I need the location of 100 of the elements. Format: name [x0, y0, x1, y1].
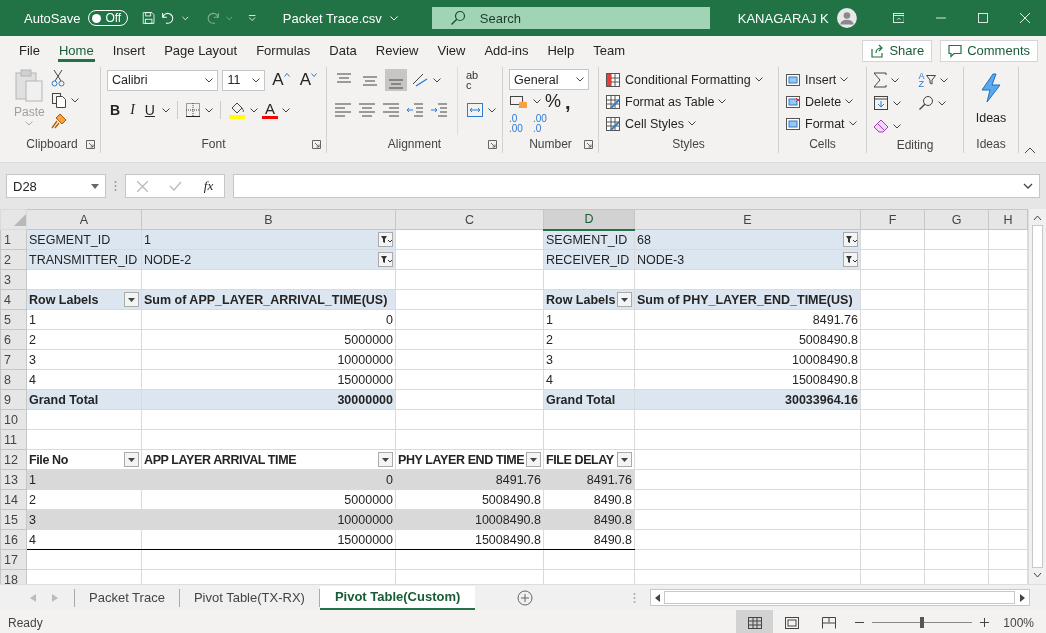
caret-icon[interactable]	[845, 99, 854, 104]
caret-icon[interactable]	[688, 121, 697, 126]
row-header[interactable]: 4	[0, 289, 27, 310]
ribbon-tab[interactable]: View	[428, 36, 475, 65]
ribbon-tab[interactable]: Data	[320, 36, 366, 65]
caret-icon[interactable]	[893, 123, 901, 129]
underline-button[interactable]: U	[141, 102, 158, 118]
search-field[interactable]: Search	[431, 7, 710, 29]
autosum-icon[interactable]	[873, 72, 887, 88]
borders-icon[interactable]	[184, 102, 201, 118]
caret-icon[interactable]	[718, 99, 727, 104]
column-header[interactable]: A	[26, 209, 142, 230]
ribbon-tab[interactable]: Home	[49, 36, 103, 65]
eraser-icon[interactable]	[873, 119, 889, 133]
row-header[interactable]: 7	[0, 349, 27, 370]
row-header[interactable]: 17	[0, 549, 27, 570]
avatar-icon[interactable]	[836, 6, 857, 30]
caret-icon[interactable]	[533, 99, 541, 104]
ribbon-tab[interactable]: Add-ins	[475, 36, 538, 65]
close-icon[interactable]	[1020, 12, 1031, 24]
caret-icon[interactable]	[938, 100, 947, 106]
zoom-slider-thumb[interactable]	[920, 617, 925, 628]
conditional-formatting-button[interactable]: Conditional Formatting	[605, 69, 772, 90]
row-header[interactable]: 15	[0, 509, 27, 530]
search-icon[interactable]	[918, 95, 935, 111]
ribbon-tab[interactable]: Formulas	[247, 36, 320, 65]
scroll-left-icon[interactable]	[655, 593, 661, 602]
caret-icon[interactable]	[249, 107, 258, 113]
dialog-launcher-icon[interactable]	[86, 140, 95, 149]
caret-icon[interactable]	[754, 77, 763, 82]
share-button[interactable]: Share	[862, 39, 933, 62]
caret-icon[interactable]	[891, 77, 899, 83]
font-family-dropdown[interactable]: Calibri	[107, 69, 219, 91]
ribbon-tab[interactable]: File	[10, 36, 49, 65]
caret-icon[interactable]	[204, 107, 213, 113]
caret-icon[interactable]	[252, 77, 261, 83]
row-header[interactable]: 5	[0, 309, 27, 330]
filter-button-icon[interactable]	[843, 232, 858, 247]
column-header[interactable]: G	[924, 209, 989, 230]
row-header[interactable]: 9	[0, 389, 27, 410]
caret-icon[interactable]	[939, 77, 948, 83]
drag-handle-icon[interactable]	[114, 180, 117, 192]
dropdown-button-icon[interactable]	[617, 452, 632, 467]
ribbon-tab[interactable]: Review	[366, 36, 428, 65]
row-header[interactable]: 2	[0, 249, 27, 270]
ribbon-display-icon[interactable]	[892, 12, 905, 24]
comments-button[interactable]: Comments	[940, 39, 1038, 62]
file-name-button[interactable]: Packet Trace.csv	[282, 10, 398, 26]
font-color-button[interactable]: A	[261, 101, 278, 119]
formula-input[interactable]	[233, 174, 1040, 198]
row-header[interactable]: 1	[0, 229, 27, 250]
row-header[interactable]: 14	[0, 489, 27, 510]
dropdown-button-icon[interactable]	[526, 452, 541, 467]
name-box[interactable]: D28	[6, 174, 106, 198]
caret-icon[interactable]	[576, 77, 584, 82]
bold-button[interactable]: B	[107, 102, 124, 118]
row-header[interactable]: 11	[0, 429, 27, 450]
ribbon-tab[interactable]: Help	[538, 36, 584, 65]
fill-color-icon[interactable]	[227, 101, 246, 119]
delete-cells-button[interactable]: Delete	[785, 91, 860, 112]
caret-icon[interactable]	[893, 100, 901, 106]
caret-icon[interactable]	[433, 77, 441, 83]
dropdown-button-icon[interactable]	[617, 292, 632, 307]
filter-button-icon[interactable]	[378, 252, 393, 267]
expand-icon[interactable]	[1023, 183, 1033, 189]
customize-icon[interactable]	[248, 14, 257, 22]
increase-font-button[interactable]: A	[269, 70, 293, 90]
number-format-dropdown[interactable]: General	[509, 69, 589, 90]
currency-icon[interactable]	[509, 93, 529, 110]
column-header[interactable]: B	[141, 209, 396, 230]
scroll-right-icon[interactable]	[1020, 593, 1026, 602]
insert-function-button[interactable]: fx	[203, 178, 214, 194]
dialog-launcher-icon[interactable]	[488, 140, 497, 149]
save-icon[interactable]	[142, 10, 156, 26]
scroll-up-icon[interactable]	[1033, 215, 1042, 221]
percent-button[interactable]: %	[545, 91, 561, 112]
column-header[interactable]: H	[988, 209, 1028, 230]
column-header[interactable]: C	[395, 209, 544, 230]
font-size-dropdown[interactable]: 11	[222, 69, 266, 91]
sheet-tab[interactable]: Pivot Table(Custom)	[319, 585, 476, 610]
row-header[interactable]: 3	[0, 269, 27, 290]
column-header[interactable]: F	[860, 209, 925, 230]
horizontal-scrollbar[interactable]	[650, 589, 1031, 606]
column-header[interactable]: E	[634, 209, 861, 230]
wrap-text-button[interactable]: ab c	[466, 70, 479, 90]
maximize-icon[interactable]	[978, 12, 989, 24]
row-header[interactable]: 16	[0, 529, 27, 550]
insert-cells-button[interactable]: Insert	[785, 69, 860, 90]
decrease-font-button[interactable]: A	[296, 70, 320, 90]
merge-center-icon[interactable]	[466, 102, 484, 118]
ribbon-tab[interactable]: Insert	[103, 36, 155, 65]
ribbon-tab[interactable]: Team	[584, 36, 635, 65]
dialog-launcher-icon[interactable]	[584, 140, 593, 149]
italic-button[interactable]: I	[127, 102, 138, 118]
row-header[interactable]: 6	[0, 329, 27, 350]
sort-filter-button[interactable]: A Z	[918, 72, 936, 88]
format-painter-icon[interactable]	[50, 113, 69, 129]
zoom-level[interactable]: 100%	[1003, 615, 1034, 630]
sheet-tab[interactable]: Pivot Table(TX-RX)	[179, 585, 319, 610]
copy-icon[interactable]	[50, 92, 67, 108]
